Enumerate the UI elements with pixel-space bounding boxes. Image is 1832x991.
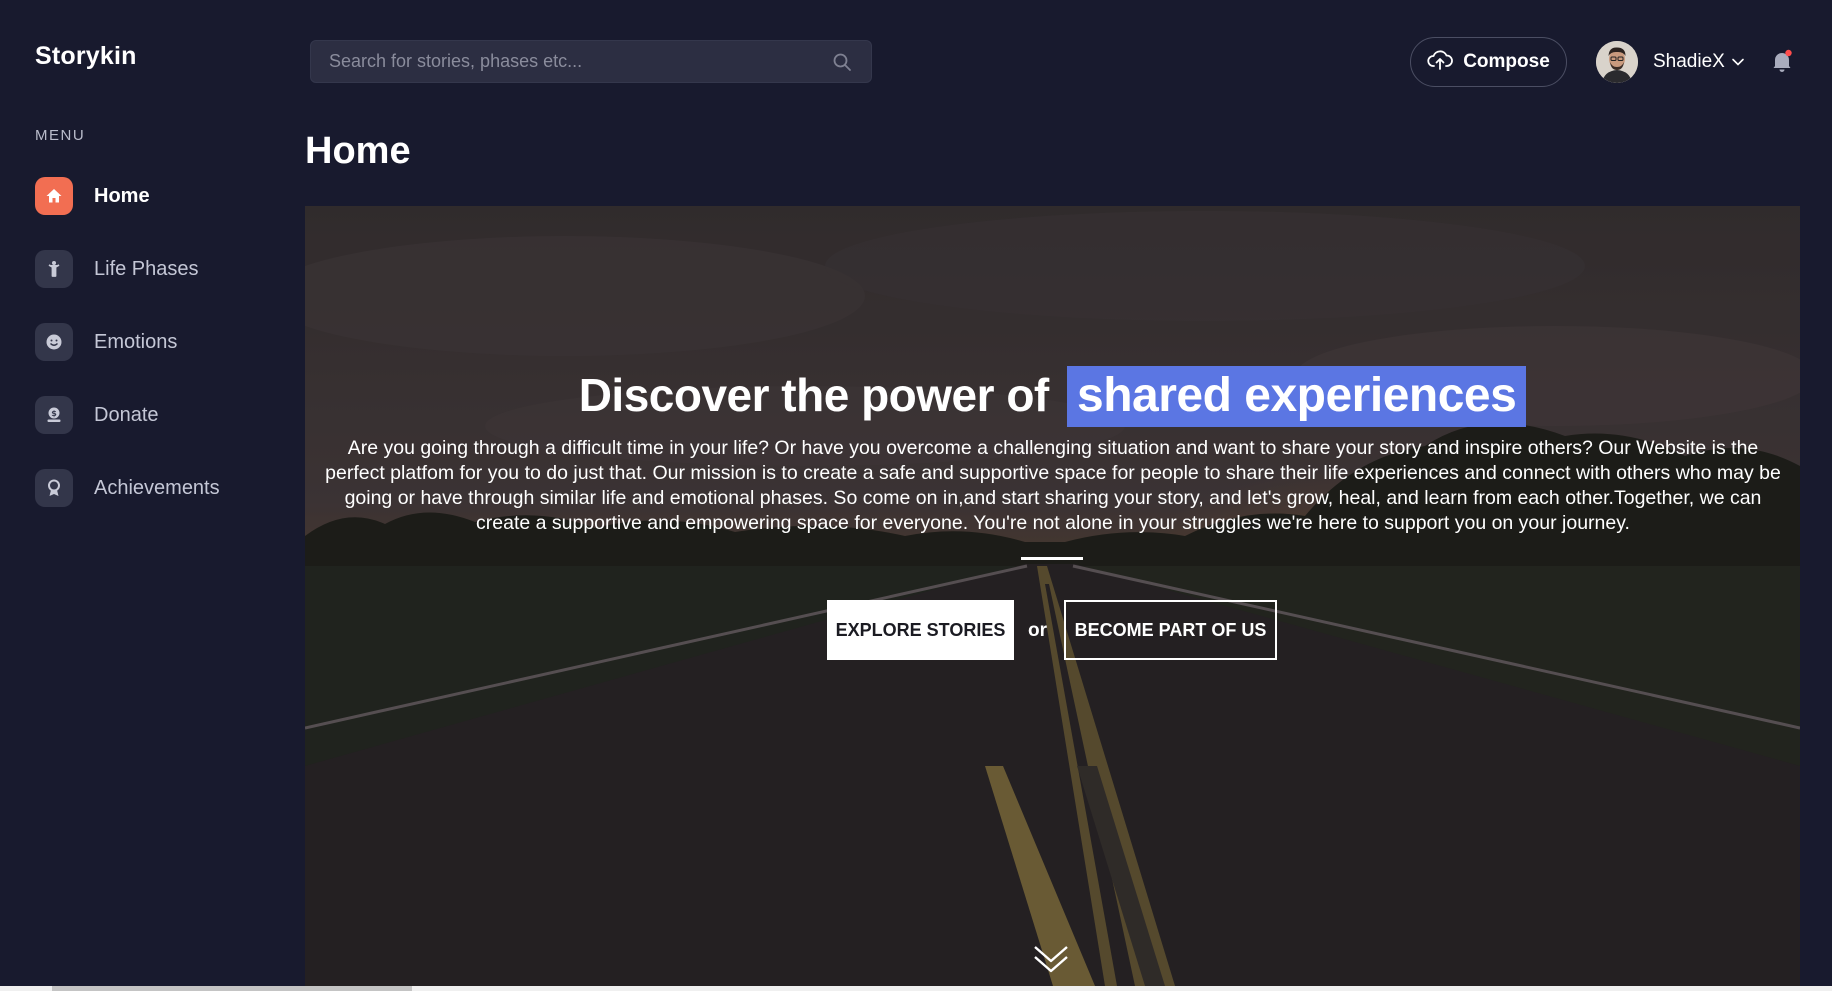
or-separator: or (1028, 620, 1047, 641)
sidebar-item-label: Emotions (94, 330, 178, 353)
user-menu[interactable]: ShadieX (1596, 40, 1745, 84)
sidebar-item-label: Home (94, 184, 150, 207)
chevron-down-icon (1731, 55, 1745, 69)
notification-bell-icon[interactable] (1771, 49, 1793, 73)
explore-stories-button[interactable]: EXPLORE STORIES (827, 600, 1014, 660)
sidebar-item-emotions[interactable]: Emotions (35, 322, 285, 362)
award-icon (35, 469, 73, 507)
cloud-upload-icon (1427, 49, 1454, 76)
sidebar-item-life-phases[interactable]: Life Phases (35, 249, 285, 289)
hero-overlay (305, 206, 1800, 986)
hero-divider (1021, 557, 1083, 560)
hero-title: Discover the power of shared experiences (305, 366, 1800, 427)
smile-icon (35, 323, 73, 361)
double-chevron-down-icon[interactable] (1031, 941, 1071, 977)
sidebar-item-donate[interactable]: $ Donate (35, 395, 285, 435)
compose-label: Compose (1463, 51, 1550, 72)
search-icon[interactable] (831, 51, 853, 73)
sidebar-nav: Home Life Phases Emotions $ Donate Achie… (35, 176, 285, 541)
sidebar-item-label: Life Phases (94, 257, 199, 280)
hero-description: Are you going through a difficult time i… (325, 437, 1781, 534)
horizontal-scrollbar[interactable] (0, 986, 1832, 991)
username: ShadieX (1653, 51, 1725, 72)
sidebar-item-label: Achievements (94, 476, 220, 499)
home-icon (35, 177, 73, 215)
person-icon (35, 250, 73, 288)
page-title: Home (305, 130, 411, 172)
sidebar-item-label: Donate (94, 403, 159, 426)
brand-logo[interactable]: Storykin (35, 42, 137, 71)
search-bar (310, 40, 872, 83)
become-part-of-us-button[interactable]: BECOME PART OF US (1064, 600, 1277, 660)
sidebar-item-achievements[interactable]: Achievements (35, 468, 285, 508)
avatar (1596, 41, 1638, 83)
menu-section-label: MENU (35, 127, 86, 144)
compose-button[interactable]: Compose (1410, 37, 1567, 87)
search-input[interactable] (329, 51, 831, 72)
sidebar-item-home[interactable]: Home (35, 176, 285, 216)
hero-title-prefix: Discover the power of (578, 369, 1050, 421)
svg-text:$: $ (51, 409, 57, 418)
scrollbar-thumb[interactable] (52, 986, 412, 991)
hero-title-highlight: shared experiences (1067, 366, 1527, 427)
money-icon: $ (35, 396, 73, 434)
app-root: Storykin MENU Home Life Phases Emotions … (0, 0, 1832, 991)
hero-banner: Discover the power of shared experiences… (305, 206, 1800, 986)
